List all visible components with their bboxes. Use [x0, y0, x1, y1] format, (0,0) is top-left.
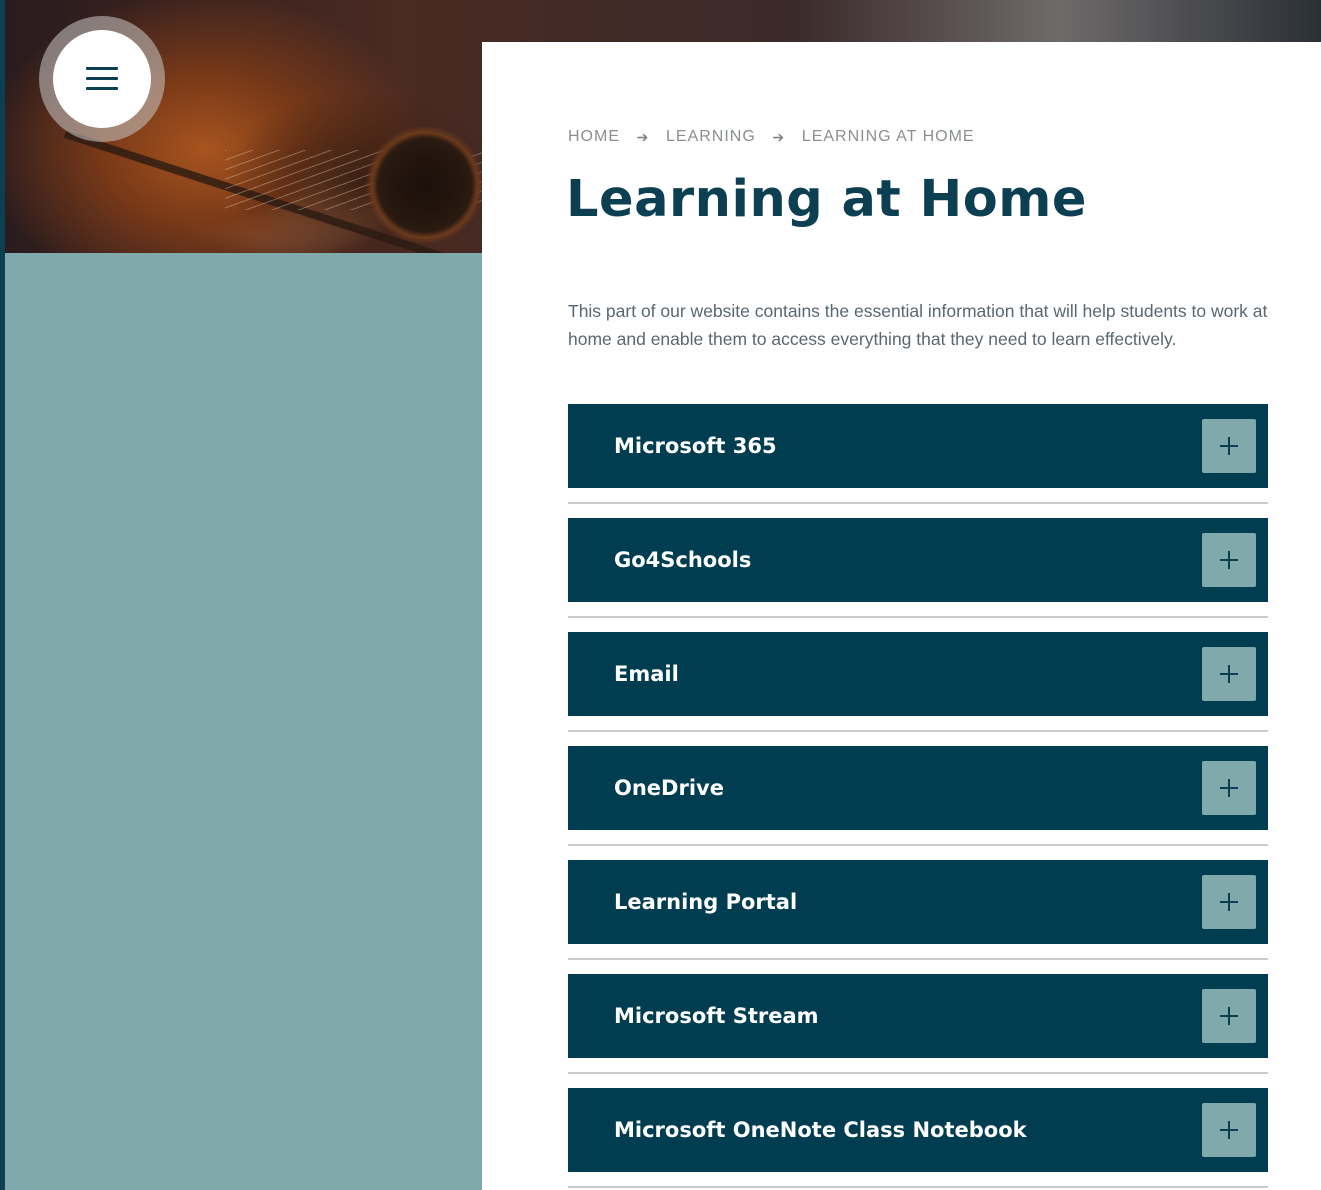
plus-icon [1220, 779, 1238, 797]
accordion-item: Learning Portal [568, 860, 1268, 974]
accordion-header-go4schools[interactable]: Go4Schools [568, 518, 1268, 602]
plus-icon [1220, 665, 1238, 683]
accordion-header-onedrive[interactable]: OneDrive [568, 746, 1268, 830]
divider [568, 1072, 1268, 1074]
expand-button[interactable] [1202, 989, 1256, 1043]
expand-button[interactable] [1202, 419, 1256, 473]
divider [568, 958, 1268, 960]
plus-icon [1220, 1007, 1238, 1025]
accordion-header-microsoft-365[interactable]: Microsoft 365 [568, 404, 1268, 488]
accordion-title: Go4Schools [614, 548, 752, 572]
main-content: HOME ➔ LEARNING ➔ LEARNING AT HOME Learn… [482, 42, 1321, 1190]
accordion-item: Go4Schools [568, 518, 1268, 632]
expand-button[interactable] [1202, 647, 1256, 701]
expand-button[interactable] [1202, 1103, 1256, 1157]
divider [568, 730, 1268, 732]
accordion-title: Microsoft 365 [614, 434, 777, 458]
accordion-item: OneDrive [568, 746, 1268, 860]
guitar-soundhole [365, 125, 485, 245]
expand-button[interactable] [1202, 533, 1256, 587]
hamburger-menu-icon [86, 67, 118, 91]
accordion-title: Microsoft Stream [614, 1004, 819, 1028]
page-title: Learning at Home [566, 170, 1088, 229]
accordion-header-onenote-class-notebook[interactable]: Microsoft OneNote Class Notebook [568, 1088, 1268, 1172]
accordion-item: Microsoft Stream [568, 974, 1268, 1088]
accordion-header-learning-portal[interactable]: Learning Portal [568, 860, 1268, 944]
accordion-title: Email [614, 662, 679, 686]
accordion-title: OneDrive [614, 776, 724, 800]
arrow-right-icon: ➔ [772, 128, 786, 145]
divider [568, 502, 1268, 504]
plus-icon [1220, 437, 1238, 455]
accordion-header-email[interactable]: Email [568, 632, 1268, 716]
divider [568, 1186, 1268, 1188]
breadcrumb-learning[interactable]: LEARNING [666, 128, 756, 146]
breadcrumb: HOME ➔ LEARNING ➔ LEARNING AT HOME [568, 128, 975, 146]
page: HOME ➔ LEARNING ➔ LEARNING AT HOME Learn… [0, 0, 1321, 1190]
accordion-item: Microsoft 365 [568, 404, 1268, 518]
expand-button[interactable] [1202, 875, 1256, 929]
plus-icon [1220, 1121, 1238, 1139]
expand-button[interactable] [1202, 761, 1256, 815]
breadcrumb-home[interactable]: HOME [568, 128, 620, 146]
plus-icon [1220, 893, 1238, 911]
divider [568, 616, 1268, 618]
accordion-title: Learning Portal [614, 890, 798, 914]
breadcrumb-current: LEARNING AT HOME [801, 128, 975, 145]
accordion-item: Email [568, 632, 1268, 746]
intro-text: This part of our website contains the es… [568, 301, 1268, 349]
arrow-right-icon: ➔ [636, 128, 650, 145]
menu-button[interactable] [53, 30, 151, 128]
divider [568, 844, 1268, 846]
plus-icon [1220, 551, 1238, 569]
accordion-item: Microsoft OneNote Class Notebook [568, 1088, 1268, 1190]
accordion: Microsoft 365 Go4Schools Email OneDrive … [568, 404, 1268, 1190]
accordion-header-microsoft-stream[interactable]: Microsoft Stream [568, 974, 1268, 1058]
sidebar-panel [5, 253, 482, 1190]
accordion-title: Microsoft OneNote Class Notebook [614, 1118, 1027, 1142]
